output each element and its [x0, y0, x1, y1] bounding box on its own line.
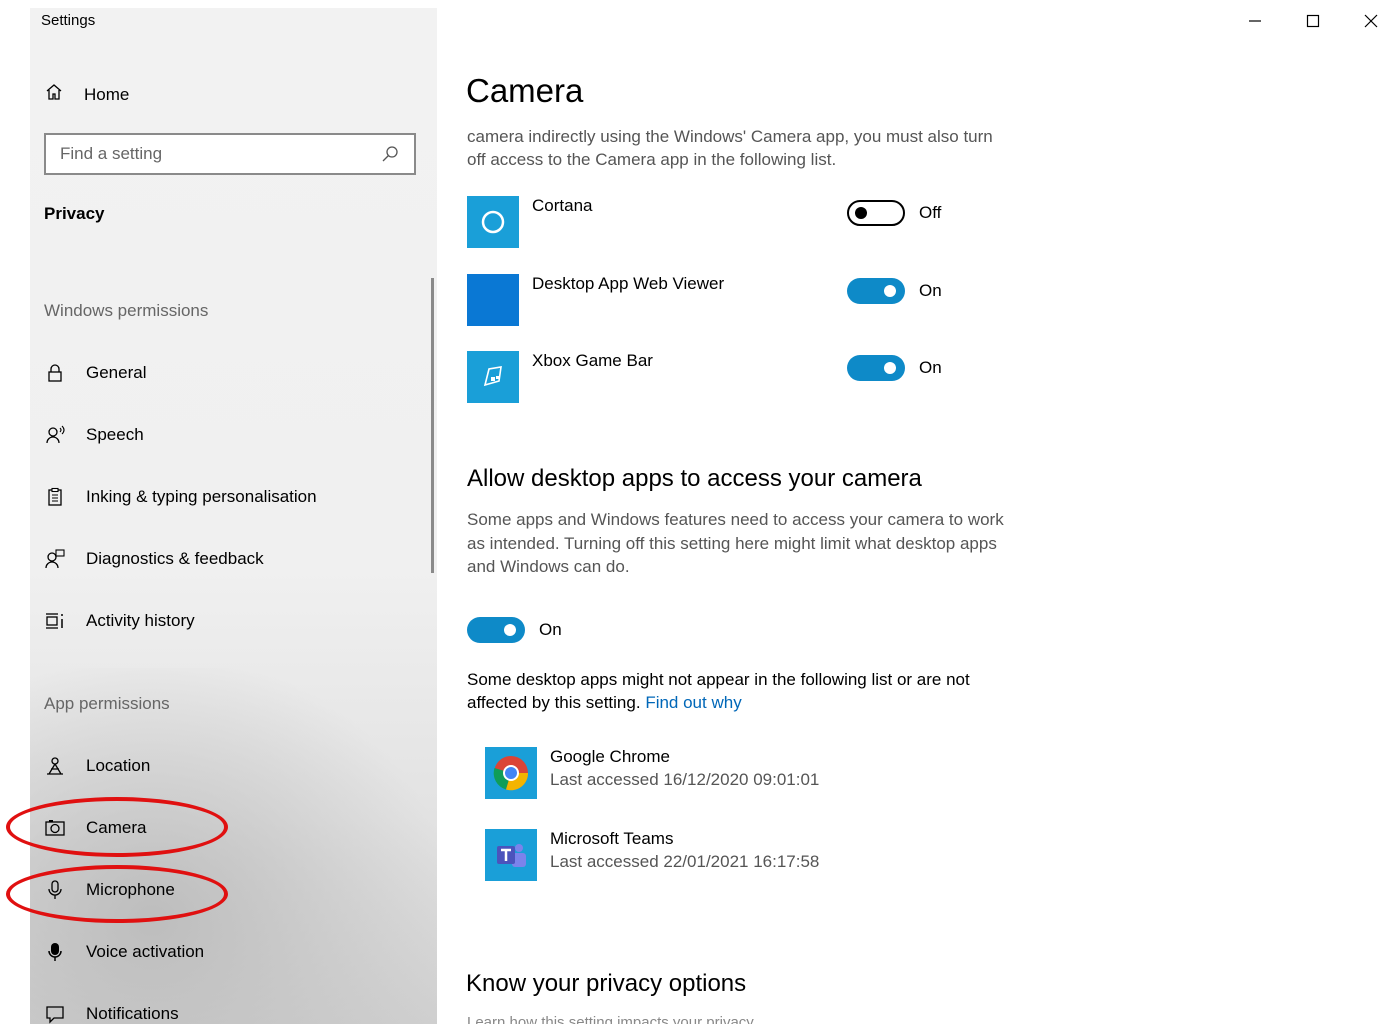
web-viewer-toggle[interactable]: On: [847, 278, 942, 304]
find-out-why-link[interactable]: Find out why: [645, 693, 741, 712]
notifications-icon: [44, 1003, 66, 1024]
toggle-switch[interactable]: [467, 617, 525, 643]
cortana-icon: [467, 196, 519, 248]
sidebar-item-activity-history[interactable]: Activity history: [44, 607, 195, 635]
chrome-icon: [485, 747, 537, 799]
app-name: Cortana: [532, 196, 593, 215]
toggle-state: On: [919, 358, 942, 377]
sidebar-item-label: Voice activation: [86, 942, 205, 961]
sidebar-item-label: Location: [86, 756, 151, 775]
desktop-apps-note-line1: Some desktop apps might not appear in th…: [467, 670, 970, 689]
app-permissions-label: App permissions: [44, 694, 170, 713]
desktop-apps-desc-line2: as intended. Turning off this setting he…: [467, 534, 997, 553]
desktop-apps-note-line2: affected by this setting. Find out why: [467, 691, 742, 715]
desktop-app-last-accessed: Last accessed 16/12/2020 09:01:01: [550, 770, 820, 789]
sidebar-item-label: Speech: [86, 425, 144, 444]
home-label: Home: [84, 84, 130, 104]
sidebar-item-diagnostics[interactable]: Diagnostics & feedback: [44, 545, 264, 573]
sidebar-item-inking[interactable]: Inking & typing personalisation: [44, 483, 317, 511]
sidebar-item-general[interactable]: General: [44, 359, 146, 387]
toggle-state: Off: [919, 203, 942, 222]
sidebar-item-voice-activation[interactable]: Voice activation: [44, 938, 204, 966]
search-box[interactable]: [44, 133, 416, 175]
desktop-apps-desc-line1: Some apps and Windows features need to a…: [467, 510, 1004, 529]
toggle-state: On: [539, 620, 562, 639]
sidebar-item-label: General: [86, 363, 147, 382]
windows-permissions-label: Windows permissions: [44, 301, 209, 320]
lock-icon: [44, 362, 66, 384]
intro-text-line1: camera indirectly using the Windows' Cam…: [467, 127, 993, 146]
clipboard-icon: [44, 486, 66, 508]
page-title: Camera: [466, 72, 584, 109]
desktop-app-last-accessed: Last accessed 22/01/2021 16:17:58: [550, 852, 820, 871]
section-title: Privacy: [44, 204, 105, 223]
privacy-options-desc: Learn how this setting impacts your priv…: [467, 1014, 757, 1024]
note-text: affected by this setting.: [467, 693, 641, 712]
desktop-app-name: Google Chrome: [550, 747, 671, 766]
sidebar-item-label: Inking & typing personalisation: [86, 487, 317, 506]
sidebar-item-speech[interactable]: Speech: [44, 421, 144, 449]
desktop-apps-toggle[interactable]: On: [467, 617, 562, 643]
sidebar-scrollbar[interactable]: [431, 278, 434, 573]
camera-highlight-ring: [6, 797, 228, 857]
history-icon: [44, 610, 66, 632]
window-controls: [1226, 8, 1400, 34]
location-icon: [44, 755, 66, 777]
voice-activation-icon: [44, 941, 66, 963]
close-icon[interactable]: [1342, 8, 1400, 34]
search-input[interactable]: [60, 144, 380, 164]
app-name: Xbox Game Bar: [532, 351, 653, 370]
speech-icon: [44, 424, 66, 446]
xbox-game-bar-toggle[interactable]: On: [847, 355, 942, 381]
web-viewer-icon: [467, 274, 519, 326]
toggle-switch[interactable]: [847, 355, 905, 381]
teams-icon: [485, 829, 537, 881]
feedback-icon: [44, 548, 66, 570]
toggle-state: On: [919, 281, 942, 300]
desktop-apps-desc-line3: and Windows can do.: [467, 557, 630, 576]
sidebar-item-label: Activity history: [86, 611, 195, 630]
microphone-highlight-ring: [6, 865, 228, 923]
sidebar-item-label: Notifications: [86, 1004, 179, 1023]
intro-text-line2: off access to the Camera app in the foll…: [467, 150, 837, 169]
cortana-toggle[interactable]: Off: [847, 200, 941, 226]
privacy-options-heading: Know your privacy options: [466, 970, 747, 997]
nav-home[interactable]: Home: [44, 82, 129, 107]
sidebar-item-notifications[interactable]: Notifications: [44, 1000, 179, 1024]
desktop-apps-heading: Allow desktop apps to access your camera: [467, 465, 922, 492]
search-icon[interactable]: [380, 144, 400, 164]
toggle-switch[interactable]: [847, 200, 905, 226]
app-name: Desktop App Web Viewer: [532, 274, 725, 293]
xbox-game-bar-icon: [467, 351, 519, 403]
home-icon: [44, 82, 64, 107]
maximize-icon[interactable]: [1284, 8, 1342, 34]
sidebar-item-label: Diagnostics & feedback: [86, 549, 264, 568]
window-title: Settings: [41, 12, 96, 29]
desktop-app-name: Microsoft Teams: [550, 829, 674, 848]
sidebar-item-location[interactable]: Location: [44, 752, 150, 780]
minimize-icon[interactable]: [1226, 8, 1284, 34]
toggle-switch[interactable]: [847, 278, 905, 304]
